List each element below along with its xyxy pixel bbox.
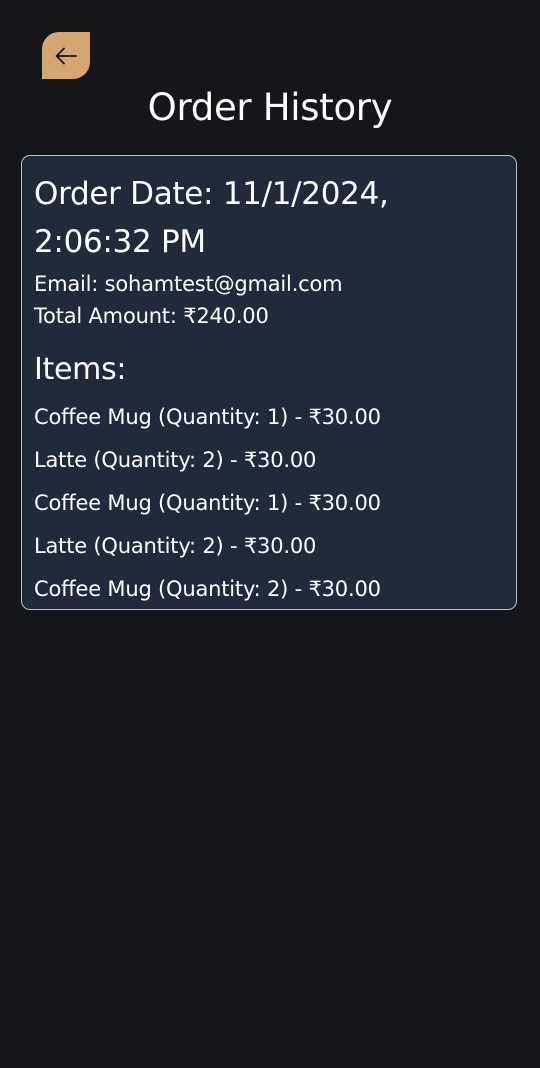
order-item: Coffee Mug (Quantity: 1) - ₹30.00 xyxy=(34,491,381,515)
order-card: Order Date: 11/1/2024, 2:06:32 PM Email:… xyxy=(21,155,517,610)
back-button[interactable] xyxy=(42,32,90,79)
order-history-screen: Order History Order Date: 11/1/2024, 2:0… xyxy=(0,0,540,1068)
order-email: Email: sohamtest@gmail.com xyxy=(34,272,343,296)
order-date-line-2: 2:06:32 PM xyxy=(34,224,206,260)
order-total-amount: Total Amount: ₹240.00 xyxy=(34,304,269,328)
order-date: Order Date: 11/1/2024, 2:06:32 PM xyxy=(34,170,504,266)
order-item: Latte (Quantity: 2) - ₹30.00 xyxy=(34,448,317,472)
items-heading: Items: xyxy=(34,352,127,387)
order-item: Coffee Mug (Quantity: 2) - ₹30.00 xyxy=(34,577,381,601)
order-item: Coffee Mug (Quantity: 1) - ₹30.00 xyxy=(34,405,381,429)
order-date-line-1: Order Date: 11/1/2024, xyxy=(34,176,389,212)
items-list: Coffee Mug (Quantity: 1) - ₹30.00 Latte … xyxy=(34,396,504,611)
order-item: Latte (Quantity: 2) - ₹30.00 xyxy=(34,534,317,558)
arrow-left-icon xyxy=(54,46,78,66)
page-title: Order History xyxy=(147,86,393,129)
